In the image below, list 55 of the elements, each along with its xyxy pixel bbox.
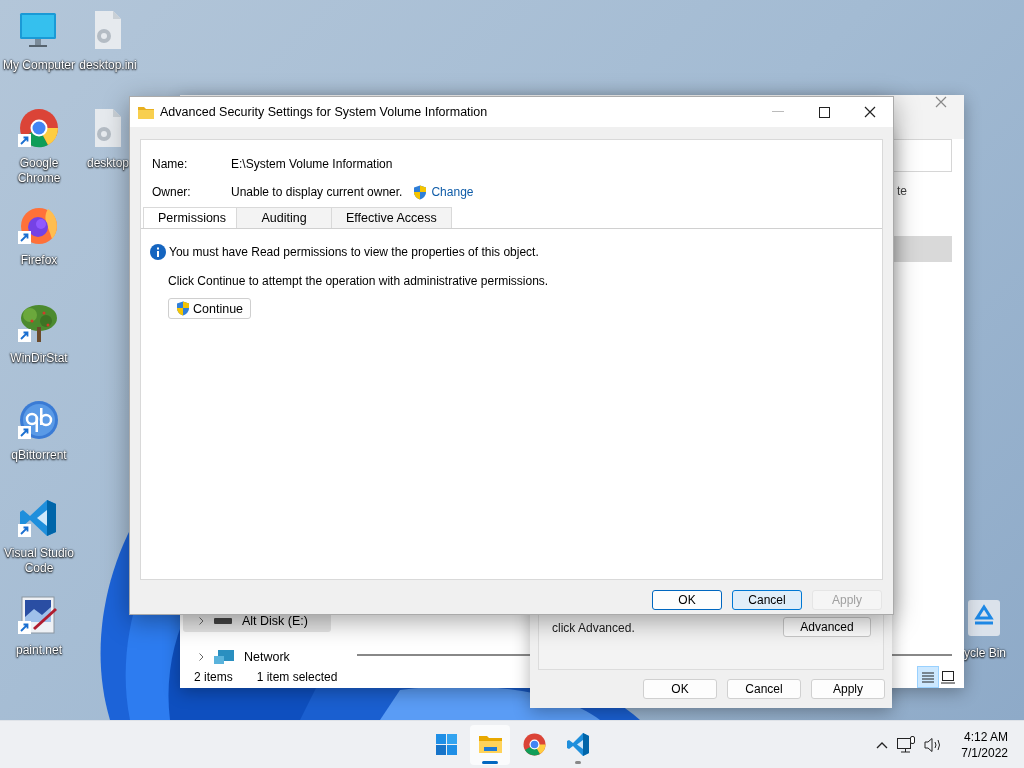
desktop-icon-label: qBittorrent xyxy=(11,448,67,463)
nav-item[interactable]: Network xyxy=(183,646,331,668)
dialog-button[interactable]: OK xyxy=(652,590,722,610)
status-text: 1 item selected xyxy=(256,670,338,684)
folder-icon xyxy=(138,105,154,119)
desktop-icon-label: desktop.ini xyxy=(79,58,137,73)
desktop-icon-label: desktop xyxy=(87,155,129,171)
tab[interactable]: Effective Access xyxy=(331,207,452,228)
change-link[interactable]: Change xyxy=(431,185,474,199)
firefox-app-icon[interactable] xyxy=(18,205,60,245)
desktop-icon-label: ycle Bin xyxy=(964,646,1006,661)
dialog-button[interactable]: OK xyxy=(643,679,717,699)
dialog-button[interactable]: Cancel xyxy=(727,679,801,699)
drive-icon xyxy=(214,618,232,624)
field-value: E:\System Volume Information xyxy=(231,157,393,171)
clock-date[interactable]: 7/1/2022 xyxy=(961,744,1008,761)
chrome-app-icon[interactable] xyxy=(521,732,547,757)
field-value: Unable to display current owner. xyxy=(231,185,403,199)
hint-text: click Advanced. xyxy=(552,621,635,635)
desktop-icon-label: Visual Studio Code xyxy=(3,545,75,576)
desktop-icon-label: paint.net xyxy=(15,643,62,658)
qbittorrent-app-icon[interactable] xyxy=(18,400,60,440)
desktop-icon-label: Google Chrome xyxy=(16,155,62,186)
desktop-icon-label: WinDirStat xyxy=(10,350,68,366)
instruction-text: Click Continue to attempt the operation with administrative permissions. xyxy=(168,274,550,288)
windirstat-app-icon[interactable] xyxy=(18,302,60,343)
shield-icon xyxy=(413,184,428,200)
info-message: You must have Read permissions to view the properties of this object. xyxy=(169,245,539,259)
start-button[interactable] xyxy=(433,732,459,757)
chrome-app-icon[interactable] xyxy=(18,107,60,148)
desktop-icon-label: Firefox xyxy=(20,253,58,268)
continue-button[interactable]: Continue xyxy=(168,298,252,319)
chevron-right-icon[interactable] xyxy=(199,617,204,625)
chevron-up-icon[interactable] xyxy=(876,740,889,749)
network-icon[interactable] xyxy=(897,736,916,753)
tab[interactable]: Permissions xyxy=(143,207,237,228)
field-label: Name: xyxy=(152,157,189,171)
info-icon xyxy=(150,244,166,260)
desktop-icon-label: My Computer xyxy=(3,58,75,73)
advanced-button[interactable]: Advanced xyxy=(783,617,871,637)
column-header[interactable]: te xyxy=(897,184,907,198)
paintnet-app-icon[interactable] xyxy=(18,595,60,635)
dialog-button[interactable]: Apply xyxy=(811,679,885,699)
tab[interactable]: Auditing xyxy=(236,207,332,228)
network-icon xyxy=(214,650,234,664)
maximize-icon[interactable] xyxy=(818,106,830,118)
status-text: 2 items xyxy=(194,670,233,684)
close-icon[interactable] xyxy=(864,106,876,118)
chevron-right-icon[interactable] xyxy=(199,653,204,661)
dialog-button[interactable]: Cancel xyxy=(732,590,802,610)
clock-time[interactable]: 4:12 AM xyxy=(963,728,1008,745)
shield-icon xyxy=(176,301,190,316)
vscode-app-icon[interactable] xyxy=(565,732,591,757)
window-title: Advanced Security Settings for System Volume Information xyxy=(160,105,488,119)
field-label: Owner: xyxy=(152,185,192,199)
